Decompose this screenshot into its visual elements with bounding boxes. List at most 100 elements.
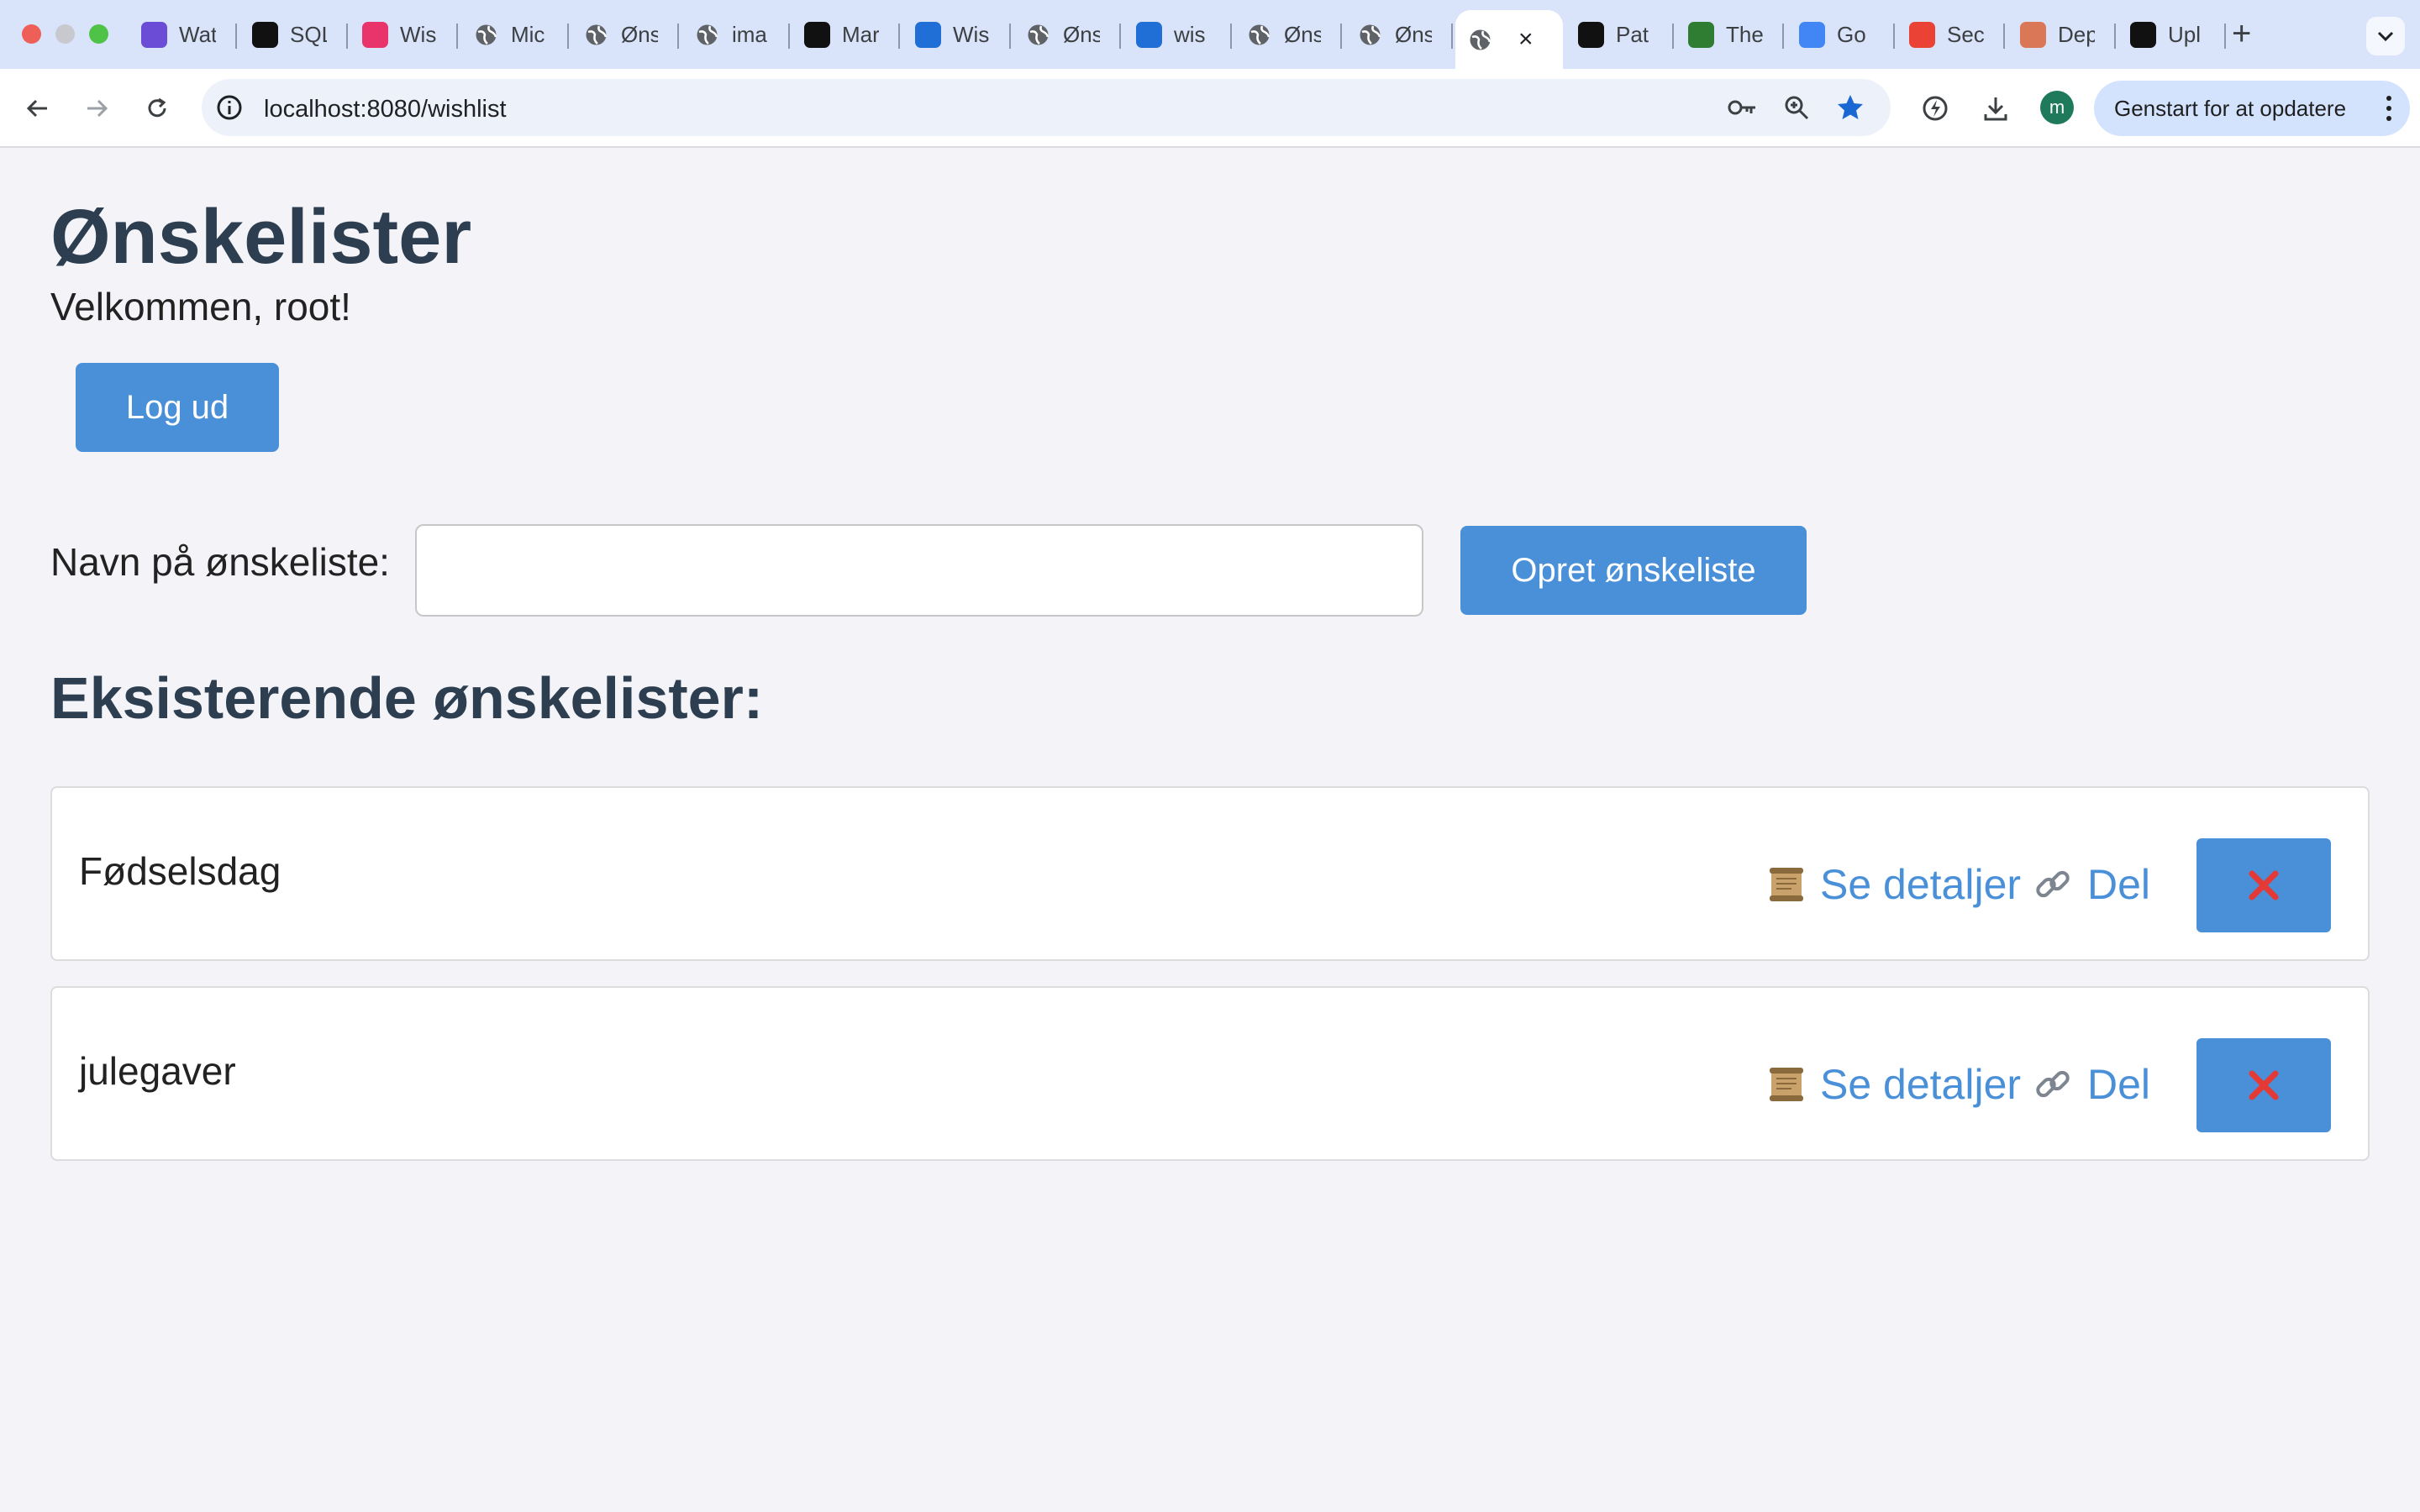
reload-button[interactable]	[138, 89, 176, 128]
tab-separator	[346, 24, 348, 49]
zoom-icon[interactable]	[1781, 92, 1812, 123]
delete-wishlist-button[interactable]	[2196, 838, 2331, 932]
browser-tab[interactable]: Wis	[350, 10, 458, 59]
browser-tab[interactable]: Mar	[792, 10, 900, 59]
browser-tab[interactable]: Pat	[1566, 10, 1674, 59]
tab-separator	[677, 24, 679, 49]
tab-title: Mar	[842, 21, 879, 47]
more-menu-icon[interactable]	[2386, 96, 2391, 121]
azure-icon	[1136, 21, 1162, 48]
google-icon	[1799, 21, 1825, 48]
url-text[interactable]: localhost:8080/wishlist	[264, 96, 507, 123]
tab-separator	[2003, 24, 2005, 49]
welcome-text: Velkommen, root!	[50, 285, 351, 328]
gmail-icon	[1909, 21, 1935, 48]
chevron-down-icon	[2377, 31, 2394, 42]
tab-title: The	[1726, 21, 1763, 47]
browser-tab-strip: Wat SQL Wis Mic Øns ima Mar Wis Øns wis Øns Øns × Pat…	[0, 0, 2420, 69]
tab-title: Øns	[1395, 21, 1432, 47]
download-icon[interactable]	[1976, 89, 2015, 128]
browser-tab[interactable]: ima	[682, 10, 790, 59]
openai-icon	[252, 21, 278, 48]
update-browser-button[interactable]: Genstart for at opdatere	[2094, 81, 2410, 136]
tab-title: ima	[732, 21, 767, 47]
performance-icon[interactable]	[1916, 89, 1954, 128]
window-minimize-button[interactable]	[55, 24, 75, 44]
browser-tab[interactable]: Upl	[2118, 10, 2226, 59]
tab-title: Øns	[1284, 21, 1321, 47]
browser-tab[interactable]: The	[1676, 10, 1784, 59]
tab-separator	[1009, 24, 1011, 49]
view-details-link[interactable]: Se detaljer	[1766, 1063, 2021, 1105]
tab-title: SQL	[290, 21, 327, 47]
share-link[interactable]: Del	[2032, 1063, 2150, 1105]
browser-toolbar: localhost:8080/wishlist m Genstart for a…	[0, 69, 2420, 148]
browser-tab[interactable]: Sec	[1897, 10, 2005, 59]
link-icon	[2036, 870, 2070, 898]
tab-title: Wat	[179, 21, 216, 47]
close-tab-icon[interactable]: ×	[1518, 25, 1534, 54]
tab-separator	[567, 24, 569, 49]
window-close-button[interactable]	[22, 24, 41, 44]
wishlist-name: julegaver	[79, 1049, 236, 1093]
browser-tab[interactable]: Go	[1787, 10, 1895, 59]
profile-avatar[interactable]: m	[2040, 91, 2074, 124]
view-details-label: Se detaljer	[1820, 861, 2022, 908]
window-maximize-button[interactable]	[89, 24, 108, 44]
browser-tab[interactable]: Øns	[1345, 10, 1453, 59]
wishlist-name: Fødselsdag	[79, 849, 281, 893]
back-button[interactable]	[18, 89, 57, 128]
forward-button[interactable]	[77, 89, 116, 128]
video-app-icon	[141, 21, 167, 48]
address-bar[interactable]: localhost:8080/wishlist	[202, 79, 1891, 136]
bookmark-star-icon[interactable]	[1835, 92, 1865, 123]
globe-icon	[694, 22, 720, 48]
tab-separator	[235, 24, 237, 49]
browser-tab[interactable]: Wat	[129, 10, 237, 59]
existing-wishlists-heading: Eksisterende ønskelister:	[50, 665, 764, 731]
create-wishlist-button[interactable]: Opret ønskeliste	[1460, 526, 1807, 615]
tab-separator	[2114, 24, 2116, 49]
close-x-icon	[2249, 1070, 2279, 1100]
tab-separator	[2224, 24, 2226, 49]
info-icon[interactable]	[215, 93, 244, 122]
share-link[interactable]: Del	[2032, 864, 2150, 906]
tab-separator	[788, 24, 790, 49]
browser-tab[interactable]: Øns	[571, 10, 679, 59]
globe-icon	[1025, 22, 1051, 48]
browser-tab[interactable]: Mic	[461, 10, 569, 59]
tab-separator	[1782, 24, 1784, 49]
wishlist-row: julegaver Se detaljer Del	[50, 986, 2370, 1161]
browser-tab[interactable]: SQL	[240, 10, 348, 59]
arrow-left-icon	[26, 99, 47, 118]
page-content: Ønskelister Velkommen, root! Log ud Navn…	[0, 148, 2420, 1512]
tab-title: Wis	[400, 21, 437, 47]
jetbrains-icon	[362, 21, 388, 48]
tab-title: Go	[1837, 21, 1866, 47]
tab-search-button[interactable]	[2366, 17, 2405, 55]
view-details-link[interactable]: Se detaljer	[1766, 864, 2021, 906]
tab-active[interactable]: ×	[1455, 10, 1563, 69]
browser-tab[interactable]: Øns	[1013, 10, 1121, 59]
tab-title: Dep	[2058, 21, 2095, 47]
browser-tab[interactable]: Øns	[1234, 10, 1342, 59]
tab-separator	[456, 24, 458, 49]
logout-button[interactable]: Log ud	[76, 363, 279, 452]
browser-tab[interactable]: Wis	[903, 10, 1011, 59]
tab-title: Pat	[1616, 21, 1649, 47]
password-key-icon[interactable]	[1728, 92, 1758, 123]
claude-icon	[2020, 21, 2046, 48]
new-tab-button[interactable]: +	[2232, 17, 2251, 50]
update-button-label: Genstart for at opdatere	[2114, 95, 2347, 121]
scroll-icon	[1770, 868, 1803, 901]
github-icon	[804, 21, 830, 48]
browser-tab[interactable]: Dep	[2008, 10, 2116, 59]
wishlist-name-input[interactable]	[415, 524, 1423, 617]
browser-tab[interactable]: wis	[1124, 10, 1232, 59]
delete-wishlist-button[interactable]	[2196, 1038, 2331, 1132]
tab-separator	[1672, 24, 1674, 49]
leaf-icon	[1688, 21, 1714, 48]
wishlist-name-label: Navn på ønskeliste:	[50, 540, 390, 584]
tab-separator	[1340, 24, 1342, 49]
tab-title: Wis	[953, 21, 990, 47]
